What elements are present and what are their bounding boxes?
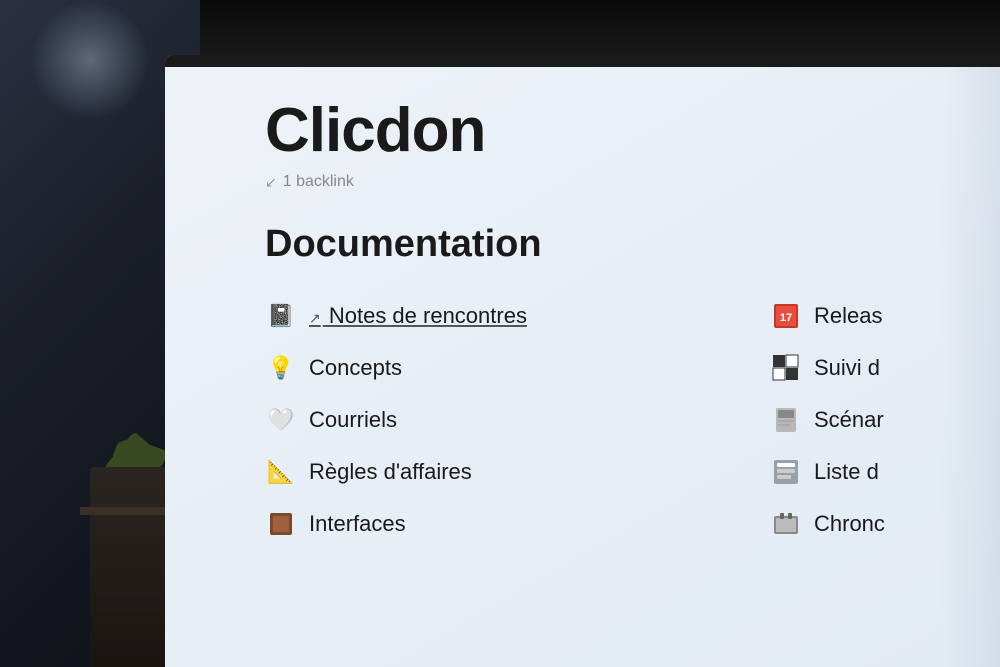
list-item[interactable]: Scénar (770, 394, 950, 446)
monitor: Clicdon ↙ 1 backlink Documentation 📓 ↗ N… (165, 55, 1000, 667)
liste-icon (770, 456, 802, 488)
concepts-icon: 💡 (265, 352, 297, 384)
list-item[interactable]: Chronc (770, 498, 950, 550)
doc-column-right: 17 Releas Suivi d (770, 290, 950, 550)
item-label-liste: Liste d (814, 459, 879, 485)
item-label-scenar: Scénar (814, 407, 884, 433)
right-edge-fade (940, 67, 1000, 667)
scenar-icon (770, 404, 802, 436)
window-light (30, 0, 150, 120)
item-label-suivi: Suivi d (814, 355, 880, 381)
interfaces-icon (265, 508, 297, 540)
list-item[interactable]: 🤍 Courriels (265, 394, 770, 446)
list-item[interactable]: 💡 Concepts (265, 342, 770, 394)
releas-icon: 17 (770, 300, 802, 332)
doc-column-left: 📓 ↗ Notes de rencontres 💡 Concepts 🤍 Cou… (265, 290, 770, 550)
item-label-releas: Releas (814, 303, 882, 329)
section-title: Documentation (265, 223, 950, 266)
item-label-chronc: Chronc (814, 511, 885, 537)
item-label-concepts: Concepts (309, 355, 402, 381)
list-item[interactable]: 17 Releas (770, 290, 950, 342)
item-label-courriels: Courriels (309, 407, 397, 433)
backlink-arrow-icon: ↙ (265, 174, 277, 191)
backlink-label: 1 backlink (283, 173, 354, 191)
chronc-icon (770, 508, 802, 540)
regles-icon: 📐 (265, 456, 297, 488)
courriels-icon: 🤍 (265, 404, 297, 436)
list-item[interactable]: Liste d (770, 446, 950, 498)
doc-list: 📓 ↗ Notes de rencontres 💡 Concepts 🤍 Cou… (265, 290, 950, 550)
backlink-row[interactable]: ↙ 1 backlink (265, 173, 950, 191)
link-arrow-icon: ↗ (309, 310, 321, 326)
item-label-notes: ↗ Notes de rencontres (309, 303, 527, 329)
list-item[interactable]: 📐 Règles d'affaires (265, 446, 770, 498)
notes-icon: 📓 (265, 300, 297, 332)
screen-content: Clicdon ↙ 1 backlink Documentation 📓 ↗ N… (165, 67, 1000, 667)
list-item[interactable]: Suivi d (770, 342, 950, 394)
list-item[interactable]: 📓 ↗ Notes de rencontres (265, 290, 770, 342)
furniture-piece (90, 467, 170, 667)
svg-text:17: 17 (780, 312, 792, 324)
list-item[interactable]: Interfaces (265, 498, 770, 550)
item-label-regles: Règles d'affaires (309, 459, 472, 485)
item-label-interfaces: Interfaces (309, 511, 406, 537)
monitor-bezel (165, 55, 1000, 67)
page-title: Clicdon (265, 97, 950, 165)
suivi-icon (770, 352, 802, 384)
